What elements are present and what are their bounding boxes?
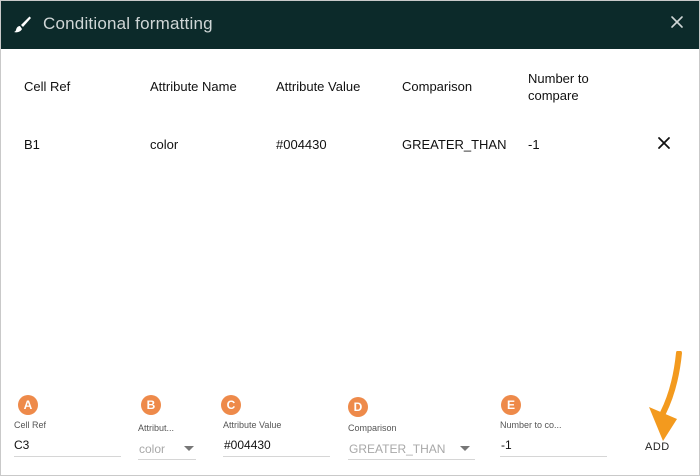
number-label: Number to co... [500, 420, 562, 430]
chevron-down-icon[interactable] [184, 446, 194, 451]
comparison-value-display: GREATER_THAN [349, 442, 446, 456]
row-comparison: GREATER_THAN [402, 137, 507, 152]
cell-ref-input[interactable]: C3 [14, 438, 29, 452]
badge-d: D [348, 397, 368, 417]
attribute-value-display: color [139, 442, 166, 456]
header-attribute-value: Attribute Value [276, 79, 361, 94]
comparison-label: Comparison [348, 423, 397, 433]
header-comparison: Comparison [402, 79, 473, 94]
number-input[interactable]: -1 [501, 438, 512, 452]
attribute-value-input[interactable]: #004430 [224, 438, 271, 452]
attribute-value-label: Attribute Value [223, 420, 282, 430]
chevron-down-icon[interactable] [460, 446, 470, 451]
row-cell-ref: B1 [24, 137, 40, 152]
attribute-label: Attribut... [138, 423, 175, 433]
cell-ref-underline [14, 456, 121, 457]
row-number: -1 [528, 137, 540, 152]
badge-b: B [141, 395, 161, 415]
header-number-to-compare: Number to compare [528, 71, 589, 103]
close-icon[interactable] [670, 15, 684, 29]
header-attribute-name: Attribute Name [150, 79, 237, 94]
dialog-titlebar: Conditional formatting [1, 1, 699, 49]
cell-ref-label: Cell Ref [14, 420, 47, 430]
arrow-annotation-icon [649, 351, 682, 441]
dialog-title: Conditional formatting [43, 14, 213, 33]
delete-row-icon[interactable] [656, 135, 672, 151]
row-attribute-name: color [150, 137, 179, 152]
attribute-value-underline [223, 456, 330, 457]
attribute-underline [138, 459, 196, 460]
conditional-formatting-dialog: Conditional formatting Cell Ref Attribut… [0, 0, 700, 476]
badge-e: E [501, 395, 521, 415]
badge-a: A [18, 395, 38, 415]
header-cell-ref: Cell Ref [24, 79, 71, 94]
paintbrush-icon [14, 16, 31, 33]
badge-c: C [221, 395, 241, 415]
comparison-underline [348, 459, 475, 460]
row-attribute-value: #004430 [276, 137, 327, 152]
number-underline [500, 456, 607, 457]
